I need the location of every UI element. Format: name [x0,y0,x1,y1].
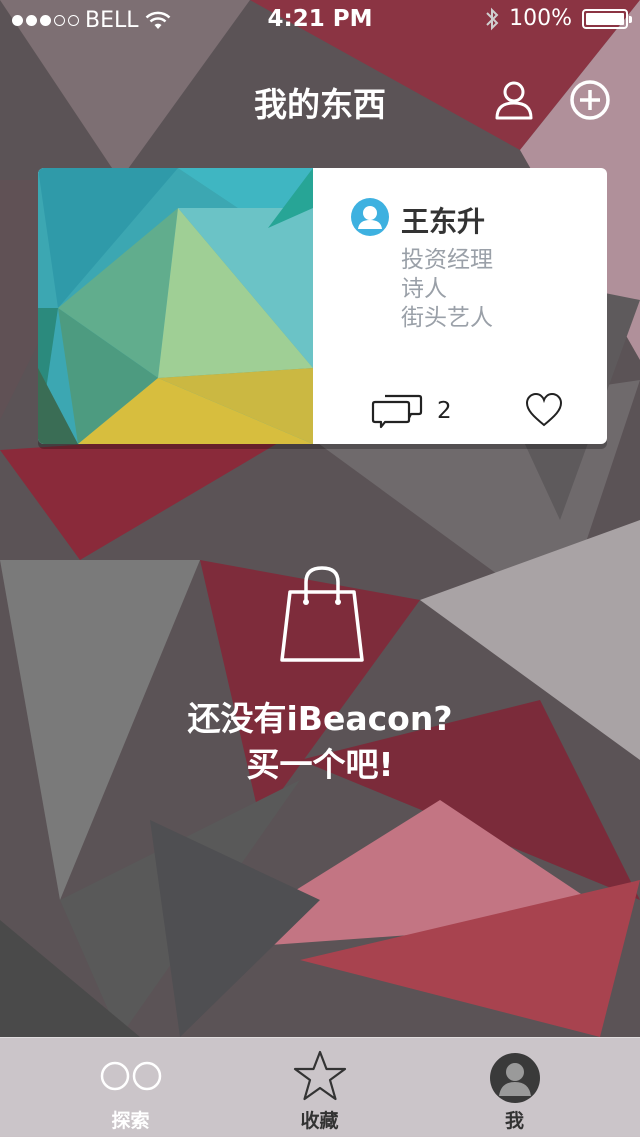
tag-item: 街头艺人 [401,305,493,331]
shopping-bag-icon [280,566,364,662]
card-cover-art [38,168,313,444]
empty-state-line2: 买一个吧! [246,745,394,784]
profile-card[interactable]: 王东升 投资经理 诗人 街头艺人 2 [38,168,607,444]
explore-icon [100,1061,161,1091]
user-tags: 投资经理 诗人 街头艺人 [401,246,493,333]
user-avatar-icon [351,198,389,236]
person-outline-icon[interactable] [492,78,536,122]
tab-me[interactable]: 我 [408,1038,621,1137]
tab-label: 探索 [111,1110,150,1132]
plus-circle-icon[interactable] [568,78,612,122]
comment-count: 2 [437,398,452,424]
tab-label: 我 [504,1110,524,1132]
tag-item: 诗人 [401,276,447,302]
empty-state-text: 还没有iBeacon? 买一个吧! [0,696,640,788]
user-avatar-icon [489,1053,540,1103]
empty-state-line1: 还没有iBeacon? [187,699,453,738]
tab-bar: 探索 收藏 我 [0,1037,640,1137]
tab-favorites[interactable]: 收藏 [213,1038,426,1137]
status-bar: BELL 4:21 PM 100% [0,0,640,40]
card-info: 王东升 投资经理 诗人 街头艺人 2 [313,168,607,444]
tag-item: 投资经理 [401,247,493,273]
heart-icon[interactable] [525,392,563,428]
battery-icon [582,8,632,29]
star-icon [293,1050,346,1101]
status-right: 100% [485,6,632,31]
tab-label: 收藏 [300,1110,339,1132]
comment-icon[interactable] [371,394,423,430]
tab-explore[interactable]: 探索 [24,1038,237,1137]
bluetooth-icon [486,7,499,30]
user-name: 王东升 [401,205,486,238]
page-title: 我的东西 [254,85,386,124]
battery-percent: 100% [509,6,572,31]
